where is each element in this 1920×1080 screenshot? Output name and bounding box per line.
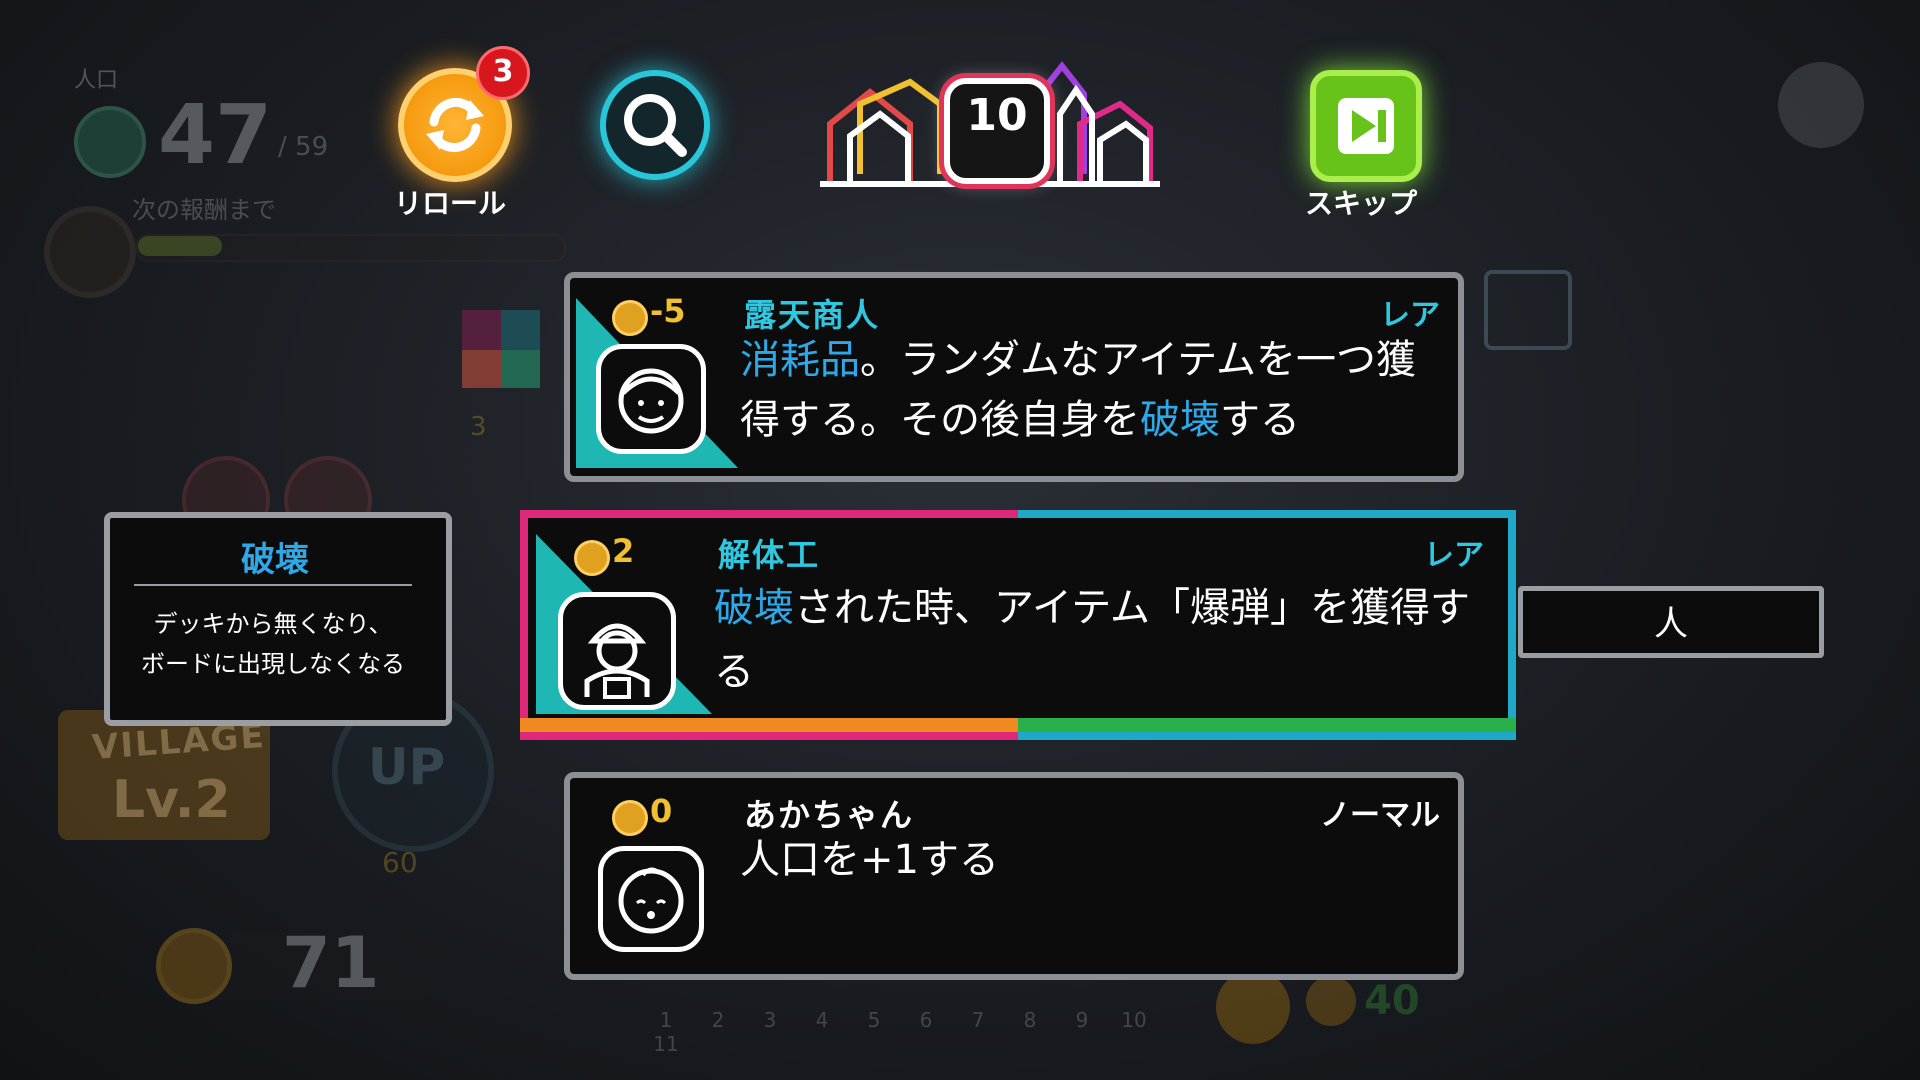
next-reward-label: 次の報酬まで [132, 196, 276, 224]
worker-icon [558, 592, 676, 710]
keyword-link[interactable]: 破壊 [714, 585, 794, 631]
bank-icon [1216, 970, 1290, 1044]
card-rarity: ノーマル [1320, 798, 1440, 833]
tag-label: 人 [1654, 604, 1688, 644]
turn-pager: 1 2 3 4 5 6 7 8 9 10 11 [640, 1008, 1200, 1056]
card-highlight-border [520, 718, 1516, 732]
baby-icon [598, 846, 704, 952]
population-icon [74, 106, 146, 178]
population-max: / 59 [278, 132, 329, 162]
coins-value: 71 [282, 922, 380, 1004]
description-text: 。ランダムなアイテムを一つ獲 [860, 337, 1416, 383]
tooltip-title: 破壊 [241, 540, 309, 580]
tooltip-line: デッキから無くなり、 [153, 610, 393, 638]
population-label: 人口 [74, 68, 119, 93]
pager-item: 5 [867, 1008, 881, 1032]
coin-icon [612, 800, 648, 836]
tooltip-divider [134, 584, 412, 586]
card-description: 消耗品。ランダムなアイテムを一つ獲得する。その後自身を破壊する [740, 330, 1430, 450]
skip-icon [1338, 98, 1394, 154]
village-level: Lv.2 [112, 770, 231, 830]
gear-icon[interactable] [1778, 62, 1864, 148]
skip-label: スキップ [1304, 187, 1417, 220]
pager-item: 6 [919, 1008, 933, 1032]
population-value: 47 [158, 88, 273, 183]
coin-icon [156, 928, 232, 1004]
card-name: 解体工 [718, 536, 821, 574]
description-text: する [1220, 397, 1300, 443]
reward-progress-fill [138, 236, 222, 256]
coin-icon [612, 300, 648, 336]
pager-item: 4 [815, 1008, 829, 1032]
description-text: 人口を+1する [740, 837, 999, 883]
pager-item: 11 [653, 1032, 679, 1056]
level-up-label: UP [368, 738, 446, 796]
tooltip-body: デッキから無くなり、 ボードに出現しなくなる [118, 604, 428, 684]
pager-item: 8 [1023, 1008, 1037, 1032]
card-description: 人口を+1する [740, 830, 1430, 890]
card-cost: -5 [650, 292, 686, 330]
bus-icon [1484, 270, 1572, 350]
tooltip-line: ボードに出現しなくなる [141, 650, 405, 678]
card-cost: 2 [612, 532, 635, 570]
card-cost: 0 [650, 792, 673, 830]
color-grid-icon-lower [462, 350, 540, 388]
pager-item: 1 [659, 1008, 673, 1032]
treasure-chest-icon [44, 206, 136, 298]
reroll-count-badge: 3 [476, 46, 530, 100]
card-description: 破壊された時、アイテム「爆弾」を獲得する [714, 576, 1484, 704]
coin-icon [1306, 976, 1356, 1026]
side-coin-count: 3 [470, 412, 487, 442]
pager-item: 3 [763, 1008, 777, 1032]
card-rarity: レア [1424, 538, 1484, 573]
pager-item: 7 [971, 1008, 985, 1032]
description-text: された時、アイテム「爆弾」を獲 [794, 585, 1390, 631]
keyword-link[interactable]: 消耗品 [740, 337, 860, 383]
pager-item: 2 [711, 1008, 725, 1032]
pager-item: 9 [1075, 1008, 1089, 1032]
search-button[interactable] [600, 70, 710, 180]
skip-button[interactable] [1310, 70, 1422, 182]
reroll-label: リロール [393, 187, 506, 220]
card-rarity: レア [1380, 298, 1440, 333]
merchant-icon [596, 344, 706, 454]
level-up-cost: 60 [382, 846, 418, 879]
keyword-link[interactable]: 破壊 [1140, 397, 1220, 443]
right-coins-value: 40 [1364, 978, 1420, 1024]
description-text: 得する。その後自身を [740, 397, 1140, 443]
turn-number: 10 [966, 90, 1028, 141]
pager-item: 10 [1121, 1008, 1147, 1032]
coin-icon [574, 540, 610, 576]
search-icon [624, 94, 687, 157]
